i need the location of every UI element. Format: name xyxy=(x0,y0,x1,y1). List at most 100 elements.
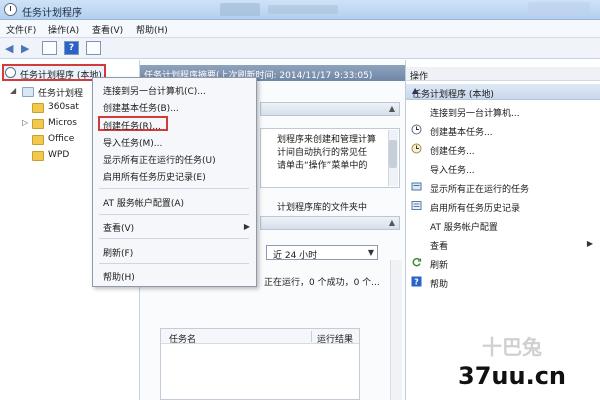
action-at-account-config[interactable]: AT 服务帐户配置 xyxy=(406,217,600,233)
task-status-summary: 正在运行，0 个成功，0 个... xyxy=(264,278,380,288)
action-import-task[interactable]: 导入任务... xyxy=(406,160,600,176)
actions-title: 操作 xyxy=(410,72,429,82)
submenu-arrow-icon: ▶ xyxy=(586,239,593,248)
action-label: 显示所有正在运行的任务 xyxy=(430,185,530,195)
column-header-result[interactable]: 运行结果 xyxy=(317,332,353,345)
expand-triangle-icon[interactable]: ▷ xyxy=(22,118,28,127)
show-hide-actions-button[interactable] xyxy=(86,41,101,55)
tree-item-label: Micros xyxy=(48,118,77,128)
submenu-arrow-icon: ▶ xyxy=(243,222,250,231)
tree-item-label: 任务计划程 xyxy=(38,89,84,99)
running-icon xyxy=(411,182,422,191)
action-enable-history[interactable]: 启用所有任务历史记录 xyxy=(406,198,600,214)
menu-file[interactable]: 文件(F) xyxy=(6,23,36,36)
folder-icon xyxy=(32,119,44,129)
task-status-table: 任务名 运行结果 xyxy=(160,328,360,400)
period-select-value: 近 24 小时 xyxy=(273,251,318,261)
toolbar: ◀ ▶ ? xyxy=(0,38,600,59)
collapse-triangle-icon[interactable]: ◢ xyxy=(10,86,16,95)
ctx-help[interactable]: 帮助(H) xyxy=(103,270,135,283)
menu-separator xyxy=(99,188,249,189)
action-label: 帮助 xyxy=(430,280,449,290)
ctx-refresh[interactable]: 刷新(F) xyxy=(103,246,133,259)
window-title: 任务计划程序 xyxy=(22,8,82,19)
scrollbar-thumb[interactable] xyxy=(389,140,397,168)
collapse-arrow-icon[interactable]: ▲ xyxy=(389,104,395,113)
action-label: 创建基本任务... xyxy=(430,128,493,138)
window-controls[interactable] xyxy=(528,2,590,16)
menu-bar: 文件(F) 操作(A) 查看(V) 帮助(H) xyxy=(0,20,600,38)
action-label: 连接到另一台计算机... xyxy=(430,109,520,119)
folder-icon xyxy=(32,151,44,161)
menu-view[interactable]: 查看(V) xyxy=(92,23,123,36)
ctx-at-account-config[interactable]: AT 服务帐户配置(A) xyxy=(103,196,184,209)
ctx-create-task[interactable]: 创建任务(R)... xyxy=(103,119,161,132)
action-label: 查看 xyxy=(430,242,449,252)
ctx-show-running-tasks[interactable]: 显示所有正在运行的任务(U) xyxy=(103,153,216,166)
tree-root-item[interactable]: 任务计划程序 (本地) xyxy=(2,64,106,81)
menu-separator xyxy=(99,263,249,264)
watermark-logo: 十巴兔 xyxy=(482,335,542,359)
menu-action[interactable]: 操作(A) xyxy=(48,23,79,36)
action-refresh[interactable]: 刷新 xyxy=(406,255,600,271)
taskbar-blur xyxy=(268,5,338,14)
ctx-create-basic-task[interactable]: 创建基本任务(B)... xyxy=(103,101,179,114)
actions-group-header[interactable]: 任务计划程序 (本地) ▲ xyxy=(406,84,600,100)
description-text: 计间自动执行的常见任 xyxy=(277,148,368,158)
description-text: 计划程序库的文件夹中 xyxy=(277,203,368,213)
menu-help[interactable]: 帮助(H) xyxy=(136,23,168,36)
menu-separator xyxy=(99,238,249,239)
refresh-icon xyxy=(412,257,422,267)
forward-arrow-icon[interactable]: ▶ xyxy=(21,42,29,55)
folder-icon xyxy=(32,103,44,113)
task-icon xyxy=(411,143,422,154)
tree-item-label: 360sat xyxy=(48,102,79,112)
tree-item-label: WPD xyxy=(48,150,70,160)
column-header-task-name[interactable]: 任务名 xyxy=(169,332,196,345)
column-divider[interactable] xyxy=(311,331,312,342)
action-label: 创建任务... xyxy=(430,147,475,157)
show-hide-tree-button[interactable] xyxy=(42,41,57,55)
table-header: 任务名 运行结果 xyxy=(161,329,359,345)
tree-item-label: Office xyxy=(48,134,75,144)
clock-icon xyxy=(4,3,17,16)
center-scrollbar[interactable] xyxy=(390,260,402,400)
ctx-import-task[interactable]: 导入任务(M)... xyxy=(103,136,162,149)
back-arrow-icon[interactable]: ◀ xyxy=(5,42,13,55)
action-create-basic-task[interactable]: 创建基本任务... xyxy=(406,122,600,138)
chevron-down-icon: ▼ xyxy=(367,248,374,257)
overview-section-bar[interactable]: ▲ xyxy=(260,102,400,116)
collapse-arrow-icon[interactable]: ▲ xyxy=(389,218,395,227)
history-icon xyxy=(411,201,422,210)
action-label: 启用所有任务历史记录 xyxy=(430,204,521,214)
description-text: 划程序来创建和管理计算 xyxy=(277,135,377,145)
period-select[interactable]: 近 24 小时 ▼ xyxy=(266,245,378,261)
status-section-bar[interactable]: ▲ xyxy=(260,216,400,230)
ctx-connect-computer[interactable]: 连接到另一台计算机(C)... xyxy=(103,84,206,97)
actions-title-bar: 操作 xyxy=(406,67,600,82)
action-label: 刷新 xyxy=(430,261,449,271)
action-create-task[interactable]: 创建任务... xyxy=(406,141,600,157)
title-bar: 任务计划程序 xyxy=(0,0,600,20)
folder-icon xyxy=(32,135,44,145)
description-text: 请单击“操作”菜单中的 xyxy=(277,161,368,171)
tree-root-label: 任务计划程序 (本地) xyxy=(20,71,102,81)
action-help[interactable]: ? 帮助 xyxy=(406,274,600,290)
menu-separator xyxy=(99,214,249,215)
help-button[interactable]: ? xyxy=(64,41,79,55)
ctx-view[interactable]: 查看(V) xyxy=(103,221,134,234)
context-menu: 连接到另一台计算机(C)... 创建基本任务(B)... 创建任务(R)... … xyxy=(92,77,257,287)
ctx-enable-history[interactable]: 启用所有任务历史记录(E) xyxy=(103,170,206,183)
taskbar-blur xyxy=(220,3,260,16)
action-label: AT 服务帐户配置 xyxy=(430,223,498,233)
help-icon: ? xyxy=(411,276,422,287)
action-connect-computer[interactable]: 连接到另一台计算机... xyxy=(406,103,600,119)
watermark-text: 37uu.cn xyxy=(458,362,566,390)
svg-text:?: ? xyxy=(414,278,419,287)
action-label: 导入任务... xyxy=(430,166,475,176)
collapse-arrow-icon[interactable]: ▲ xyxy=(412,86,595,95)
basic-task-icon xyxy=(411,124,422,135)
action-view[interactable]: 查看 ▶ xyxy=(406,236,600,252)
clock-icon xyxy=(5,67,16,78)
action-show-running[interactable]: 显示所有正在运行的任务 xyxy=(406,179,600,195)
